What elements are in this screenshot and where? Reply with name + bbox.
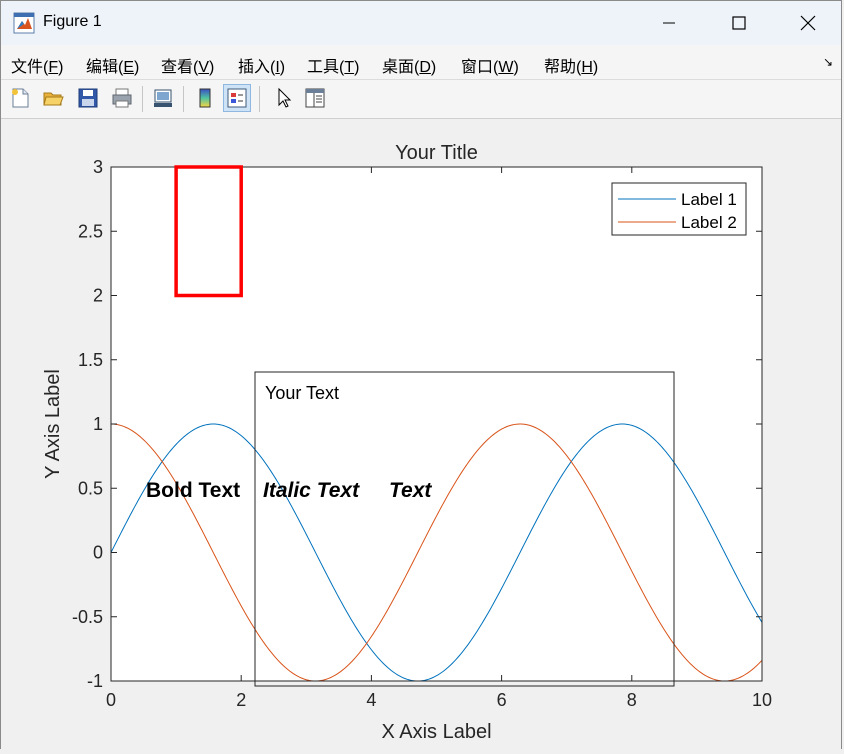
toolbar-separator <box>259 86 260 112</box>
figure-canvas: 0 2 4 6 8 10 -1 -0.5 0 0.5 1 1.5 2 2.5 3 Your Title X … <box>1 119 841 750</box>
menu-view[interactable]: 查看(V) <box>161 53 214 77</box>
x-tick-label: 4 <box>366 690 376 710</box>
plot-svg: 0 2 4 6 8 10 -1 -0.5 0 0.5 1 1.5 2 2.5 3 Your Title X … <box>42 142 772 743</box>
y-tick-label: 0.5 <box>78 478 103 498</box>
menu-help[interactable]: 帮助(H) <box>544 53 598 77</box>
y-tick-label: 2 <box>93 286 103 306</box>
legend-label-1: Label 1 <box>681 190 737 209</box>
legend-button[interactable] <box>223 84 251 112</box>
chart-title: Your Title <box>395 142 478 164</box>
italic-text: Italic Text <box>263 479 360 502</box>
legend[interactable]: Label 1 Label 2 <box>611 182 747 236</box>
toolbar-separator <box>183 86 184 112</box>
new-figure-icon <box>12 88 29 108</box>
textbox-text: Your Text <box>265 383 339 403</box>
x-tick-label: 2 <box>236 690 246 710</box>
y-tick-label: -0.5 <box>72 607 103 627</box>
pointer-button[interactable] <box>269 84 297 112</box>
y-tick-label: -1 <box>87 671 103 691</box>
pointer-icon <box>278 87 292 108</box>
title-bar: Figure 1 <box>1 1 841 45</box>
y-tick-label: 2.5 <box>78 221 103 241</box>
save-icon <box>78 88 98 108</box>
property-editor-icon <box>305 88 325 108</box>
dock-arrow-icon[interactable]: ↘ <box>823 55 833 69</box>
print-icon <box>112 88 132 108</box>
toolbar <box>1 80 841 119</box>
bold-text: Bold Text <box>146 479 240 502</box>
x-tick-label: 10 <box>752 690 772 710</box>
minimize-icon <box>663 22 675 24</box>
colorbar-icon <box>199 88 211 108</box>
colorbar-button[interactable] <box>191 84 219 112</box>
x-tick-label: 8 <box>627 690 637 710</box>
x-axis-label: X Axis Label <box>381 721 491 743</box>
bold-italic-text: Text <box>389 479 432 502</box>
menu-file[interactable]: 文件(F) <box>11 53 63 77</box>
x-tick-label: 0 <box>106 690 116 710</box>
y-tick-label: 0 <box>93 543 103 563</box>
menu-tools[interactable]: 工具(T) <box>307 53 359 77</box>
menu-window[interactable]: 窗口(W) <box>461 53 519 77</box>
new-figure-button[interactable] <box>6 84 34 112</box>
toolbar-separator <box>142 86 143 112</box>
figure-window: Figure 1 文件(F) 编辑(E) 查看(V) 插入(I) 工具(T) 桌… <box>0 0 842 750</box>
x-tick-label: 6 <box>497 690 507 710</box>
legend-icon <box>227 88 247 108</box>
matlab-logo-icon <box>13 12 35 34</box>
y-axis-label: Y Axis Label <box>42 369 64 479</box>
legend-label-2: Label 2 <box>681 213 737 232</box>
open-file-button[interactable] <box>39 84 67 112</box>
maximize-icon <box>732 16 746 30</box>
menu-insert[interactable]: 插入(I) <box>238 53 285 77</box>
open-file-icon <box>43 92 64 106</box>
y-tick-label: 1 <box>93 414 103 434</box>
minimize-button[interactable] <box>634 1 704 45</box>
close-button[interactable] <box>773 1 843 45</box>
save-button[interactable] <box>74 84 102 112</box>
menu-bar: 文件(F) 编辑(E) 查看(V) 插入(I) 工具(T) 桌面(D) 窗口(W… <box>1 45 841 80</box>
link-plot-button[interactable] <box>149 84 177 112</box>
property-editor-button[interactable] <box>301 84 329 112</box>
menu-desktop[interactable]: 桌面(D) <box>382 53 436 77</box>
link-plot-icon <box>154 89 172 107</box>
print-button[interactable] <box>108 84 136 112</box>
y-tick-label: 1.5 <box>78 350 103 370</box>
window-title: Figure 1 <box>43 13 102 30</box>
menu-edit[interactable]: 编辑(E) <box>86 53 139 77</box>
close-icon <box>800 15 816 31</box>
y-tick-label: 3 <box>93 157 103 177</box>
maximize-button[interactable] <box>704 1 774 45</box>
